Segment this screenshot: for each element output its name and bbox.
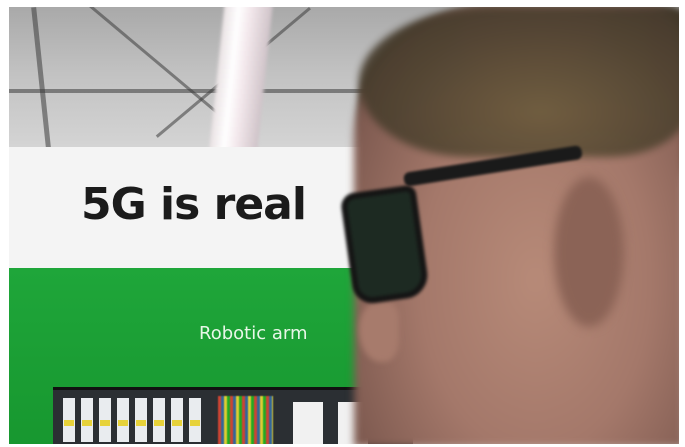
sign-subtitle: Robotic arm [199, 323, 308, 344]
panel-wires [218, 396, 273, 444]
person-ear [554, 177, 624, 327]
person-hair-top [359, 7, 679, 157]
sign-headline: 5G is real [81, 179, 307, 230]
photo: 5G is real Robotic arm [9, 7, 679, 444]
person-nose [359, 302, 399, 362]
glasses-lens [339, 184, 431, 306]
